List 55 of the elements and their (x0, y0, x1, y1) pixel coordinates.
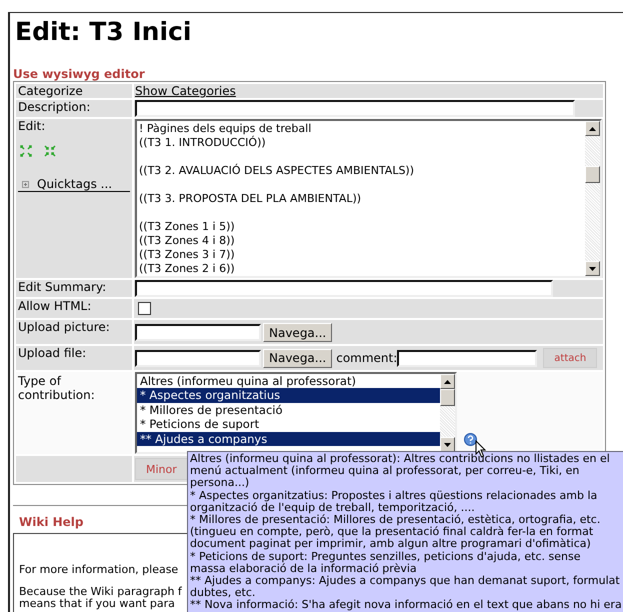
down-arrow-icon[interactable] (589, 266, 596, 270)
list-option[interactable]: * Millores de presentació (137, 402, 440, 418)
down-arrow-icon[interactable] (444, 442, 451, 446)
list-option[interactable]: Altres (informeu quina al professorat) (137, 374, 440, 388)
description-field[interactable] (135, 100, 575, 117)
list-option[interactable]: * Peticions de suport (137, 417, 440, 432)
edit-textarea[interactable]: ! Pàgines dels equips de treball ((T3 1. INTRODUCCIÓ)) ((T3 2. AVALUACIÓ DELS ASPECTES AMBIENTALS)) ((T3 3. PROPOSTA DEL PLA AMBIENTAL)) ((T3 Zones 1 i 5)) ((T3 Zones 4 i 8)) ((T3 Zones 3 i 7)) ((T3 Zones 2 i 6)) (135, 119, 602, 278)
field-label: Upload file: (18, 346, 86, 360)
tooltip-text: menú actualment (informeu quina al professorat, per correu-e, Tiki, en (190, 465, 580, 478)
tooltip-text: ** Nova informació: S'ha afegit nova informació en el text que abans no hi era (190, 599, 622, 612)
tooltip-text: dubtes, etc. (190, 587, 256, 600)
attach-button[interactable]: attach (543, 348, 598, 368)
field-label: Type of contribution: (18, 373, 96, 402)
scrollbar[interactable] (585, 121, 600, 276)
tooltip-text: persona...) (190, 477, 250, 490)
comment-field[interactable] (397, 350, 538, 366)
allow-html-checkbox[interactable] (138, 302, 151, 315)
scrollbar[interactable] (440, 374, 455, 452)
field-label: Description: (18, 100, 90, 114)
file-field[interactable] (135, 350, 261, 366)
field-label: Edit: (18, 119, 46, 133)
field-label: Categorize (18, 84, 83, 98)
tooltip-text: (tingueu en compte, però, que la presentació final caldrà fer-la en format (190, 526, 594, 538)
tooltip-text: document paginat per imprimir, amb algun altre programari d'ofimàtica) (190, 538, 591, 551)
up-arrow-icon[interactable] (444, 380, 451, 384)
tooltip-text: * Aspectes organitzatius: Propostes i altres qüestions relacionades amb la (190, 490, 598, 502)
field-label: Upload picture: (18, 320, 110, 334)
up-arrow-icon[interactable] (589, 126, 596, 130)
contribution-listbox[interactable]: Altres (informeu quina al professorat) * Aspectes organitzatius * Millores de presentació * Peticions de suport ** Ajudes a companys (135, 372, 457, 454)
minor-button[interactable]: Minor (135, 458, 188, 480)
scroll-thumb[interactable] (585, 166, 600, 183)
section-title: Wiki Help (19, 515, 84, 529)
edit-summary-field[interactable] (135, 280, 553, 297)
tooltip-text: massa elaboració de la informació prèvia (190, 562, 417, 576)
tooltip-text: ** Ajudes a companys: Ajudes a companys que han demanat suport, formulat (190, 575, 620, 588)
wysiwyg-link[interactable]: Use wysiwyg editor (13, 67, 145, 81)
tooltip-text: * Millores de presentació: Millores de presentació, estètica, ortografia, etc. (190, 514, 600, 526)
scroll-thumb[interactable] (440, 389, 455, 406)
list-option[interactable]: * Aspectes organitzatius (137, 388, 440, 403)
help-text: means that if you want para (19, 598, 175, 610)
tooltip-text: * Peticions de suport: Preguntes senzilles, peticions d'ajuda, etc. sense (190, 550, 580, 563)
help-text: For more information, please (19, 564, 178, 576)
field-label: Allow HTML: (18, 299, 92, 313)
help-text: Because the Wiki paragraph f (19, 586, 182, 598)
field-label: Edit Summary: (18, 280, 106, 294)
page-title: Edit: T3 Inici (14, 16, 192, 47)
tooltip-text: organització de l'equip de treball, temporització, .... (190, 502, 475, 514)
tooltip-text: Altres (informeu quina al professorat): Altres contribucions no llistades en el (190, 453, 610, 465)
picture-file-field[interactable] (135, 324, 261, 341)
list-option[interactable]: ** Ajudes a companys (137, 432, 440, 446)
browse-button[interactable]: Navega... (263, 348, 332, 368)
quicktags-link[interactable]: Quicktags ... (18, 177, 130, 192)
comment-label: comment: (336, 351, 398, 365)
plus-icon (22, 180, 29, 188)
browse-button[interactable]: Navega... (263, 323, 332, 342)
